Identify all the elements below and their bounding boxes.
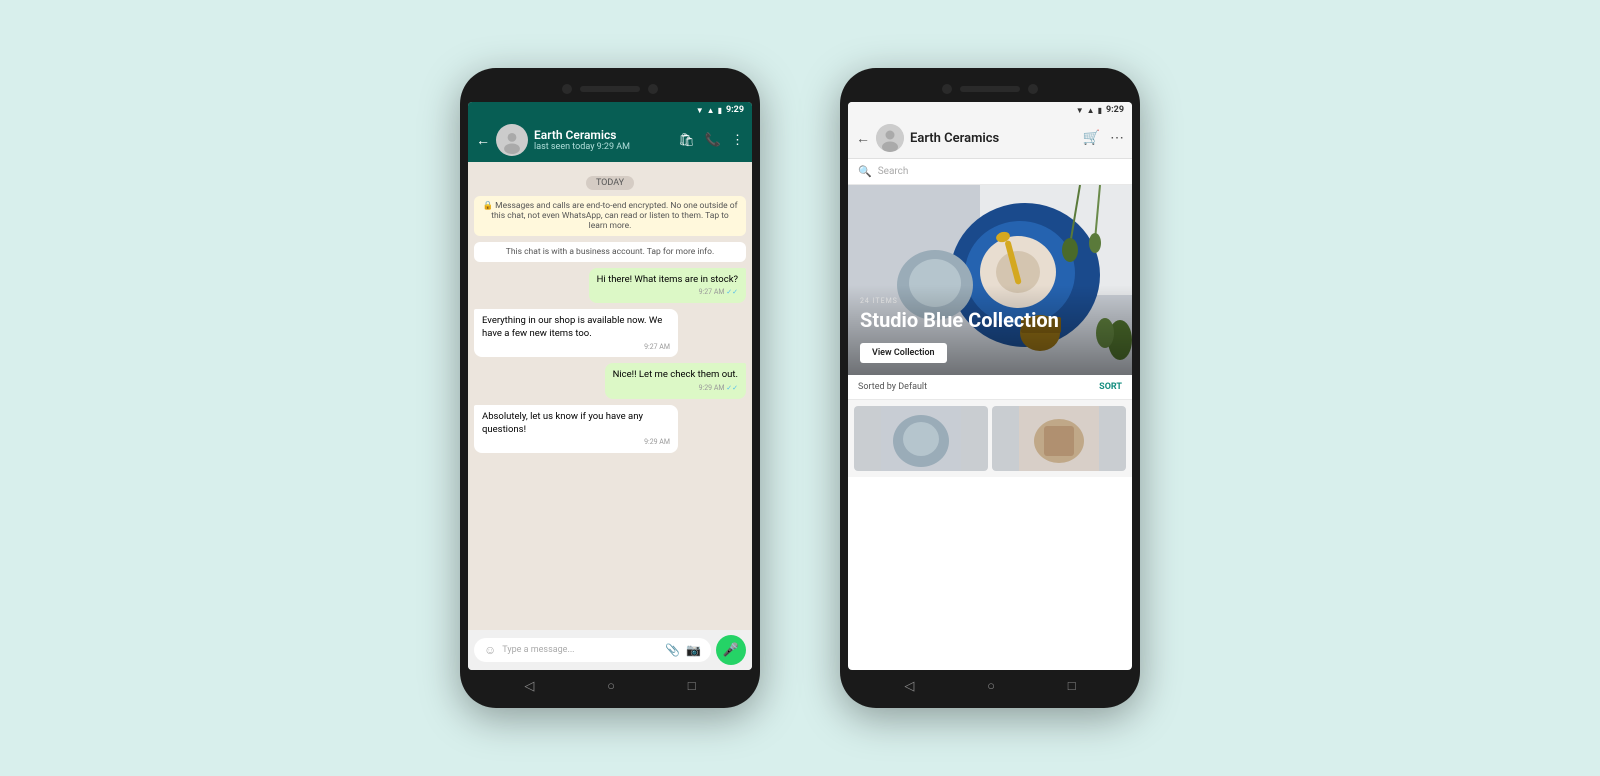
sort-label: Sorted by Default	[858, 382, 927, 392]
shop-search-bar[interactable]: 🔍 Search	[848, 159, 1132, 185]
speaker	[580, 86, 640, 92]
phone-2-screen: ▼ ▲ ▮ 9:29 ← Earth Ceramics 🛒 ⋯	[848, 102, 1132, 670]
bag-icon[interactable]: 🛍	[678, 133, 695, 148]
status-icons-2: ▼ ▲ ▮	[1076, 106, 1102, 115]
hero-title: Studio Blue Collection	[860, 308, 1120, 332]
chat-header: ← Earth Ceramics last seen today 9:29 AM…	[468, 118, 752, 162]
message-time-3: 9:29 AM ✓✓	[613, 384, 738, 394]
chat-input-icons: 📎 📷	[665, 643, 701, 657]
chat-body: TODAY 🔒 Messages and calls are end-to-en…	[468, 162, 752, 630]
input-placeholder: Type a message...	[502, 645, 659, 655]
chat-header-icons: 🛍 📞 ⋮	[678, 133, 744, 148]
emoji-icon[interactable]: ☺	[484, 643, 496, 657]
contact-info[interactable]: Earth Ceramics last seen today 9:29 AM	[534, 128, 672, 152]
status-time-1: 9:29	[726, 105, 744, 115]
front-camera-4	[1028, 84, 1038, 94]
mic-button[interactable]: 🎤	[716, 635, 746, 665]
shop-back-button[interactable]: ←	[856, 130, 870, 147]
home-nav-btn[interactable]: ○	[607, 678, 615, 694]
contact-name: Earth Ceramics	[534, 128, 672, 142]
message-bubble-1: Hi there! What items are in stock? 9:27 …	[589, 268, 746, 303]
shop-header-icons: 🛒 ⋯	[1083, 130, 1124, 146]
product-thumb-1[interactable]	[854, 406, 988, 471]
cart-icon[interactable]: 🛒	[1083, 130, 1100, 146]
phone-2-top-bar	[848, 80, 1132, 102]
back-nav-btn-2[interactable]: ◁	[904, 679, 914, 694]
message-bubble-3: Nice!! Let me check them out. 9:29 AM ✓✓	[605, 363, 746, 398]
front-camera-3	[942, 84, 952, 94]
status-icons-1: ▼ ▲ ▮	[696, 106, 722, 115]
home-nav-btn-2[interactable]: ○	[987, 678, 995, 694]
phone-2-nav: ◁ ○ □	[848, 670, 1132, 696]
phone-1-nav: ◁ ○ □	[468, 670, 752, 696]
chat-input-box[interactable]: ☺ Type a message... 📎 📷	[474, 638, 711, 662]
shop-header: ← Earth Ceramics 🛒 ⋯	[848, 118, 1132, 159]
hero-overlay: 24 ITEMS Studio Blue Collection View Col…	[848, 285, 1132, 375]
attachment-icon[interactable]: 📎	[665, 643, 680, 657]
more-vert-icon[interactable]: ⋮	[731, 133, 744, 148]
phone-1: ▼ ▲ ▮ 9:29 ← Earth Ceramics last seen to…	[460, 68, 760, 708]
message-text-1: Hi there! What items are in stock?	[597, 274, 738, 285]
phone-1-top-bar	[468, 80, 752, 102]
back-nav-btn[interactable]: ◁	[524, 679, 534, 694]
recents-nav-btn-2[interactable]: □	[1068, 678, 1076, 694]
chat-date-label: TODAY	[474, 170, 746, 190]
contact-status: last seen today 9:29 AM	[534, 142, 672, 152]
sort-bar: Sorted by Default SORT	[848, 375, 1132, 400]
front-camera	[562, 84, 572, 94]
shop-avatar[interactable]	[876, 124, 904, 152]
message-row-3: Nice!! Let me check them out. 9:29 AM ✓✓	[474, 363, 746, 398]
read-tick-3: ✓✓	[726, 384, 738, 392]
date-pill: TODAY	[586, 176, 634, 190]
hero-items-count: 24 ITEMS	[860, 297, 1120, 305]
battery-icon-2: ▮	[1098, 106, 1102, 115]
business-notice[interactable]: This chat is with a business account. Ta…	[474, 242, 746, 262]
view-collection-button[interactable]: View Collection	[860, 343, 947, 363]
signal-icon: ▲	[707, 106, 715, 115]
product-thumb-2[interactable]	[992, 406, 1126, 471]
camera-icon[interactable]: 📷	[686, 643, 701, 657]
phone-1-screen: ▼ ▲ ▮ 9:29 ← Earth Ceramics last seen to…	[468, 102, 752, 670]
message-bubble-2: Everything in our shop is available now.…	[474, 309, 678, 357]
more-icon[interactable]: ⋯	[1110, 130, 1124, 146]
message-text-4: Absolutely, let us know if you have any …	[482, 411, 643, 435]
message-row-4: Absolutely, let us know if you have any …	[474, 405, 746, 453]
sort-button[interactable]: SORT	[1099, 382, 1122, 392]
product-grid	[848, 400, 1132, 477]
message-row-2: Everything in our shop is available now.…	[474, 309, 746, 357]
signal-icon-2: ▲	[1087, 106, 1095, 115]
chat-input-bar: ☺ Type a message... 📎 📷 🎤	[468, 630, 752, 670]
message-bubble-4: Absolutely, let us know if you have any …	[474, 405, 678, 453]
front-camera-2	[648, 84, 658, 94]
status-bar-1: ▼ ▲ ▮ 9:29	[468, 102, 752, 118]
message-time-1: 9:27 AM ✓✓	[597, 288, 738, 298]
phone-add-icon[interactable]: 📞	[705, 133, 721, 148]
back-button[interactable]: ←	[476, 132, 490, 149]
recents-nav-btn[interactable]: □	[688, 678, 696, 694]
shop-name: Earth Ceramics	[910, 131, 1077, 146]
search-icon: 🔍	[858, 165, 872, 178]
message-text-2: Everything in our shop is available now.…	[482, 315, 662, 339]
search-placeholder: Search	[878, 166, 909, 177]
wifi-icon: ▼	[696, 106, 704, 115]
message-text-3: Nice!! Let me check them out.	[613, 369, 738, 380]
speaker-2	[960, 86, 1020, 92]
read-tick-1: ✓✓	[726, 288, 738, 296]
encryption-notice[interactable]: 🔒 Messages and calls are end-to-end encr…	[474, 196, 746, 236]
message-time-2: 9:27 AM	[482, 343, 670, 353]
battery-icon: ▮	[718, 106, 722, 115]
contact-avatar[interactable]	[496, 124, 528, 156]
status-time-2: 9:29	[1106, 105, 1124, 115]
message-time-4: 9:29 AM	[482, 438, 670, 448]
phone-2: ▼ ▲ ▮ 9:29 ← Earth Ceramics 🛒 ⋯	[840, 68, 1140, 708]
status-bar-2: ▼ ▲ ▮ 9:29	[848, 102, 1132, 118]
wifi-icon-2: ▼	[1076, 106, 1084, 115]
message-row-1: Hi there! What items are in stock? 9:27 …	[474, 268, 746, 303]
shop-hero-banner: 24 ITEMS Studio Blue Collection View Col…	[848, 185, 1132, 375]
